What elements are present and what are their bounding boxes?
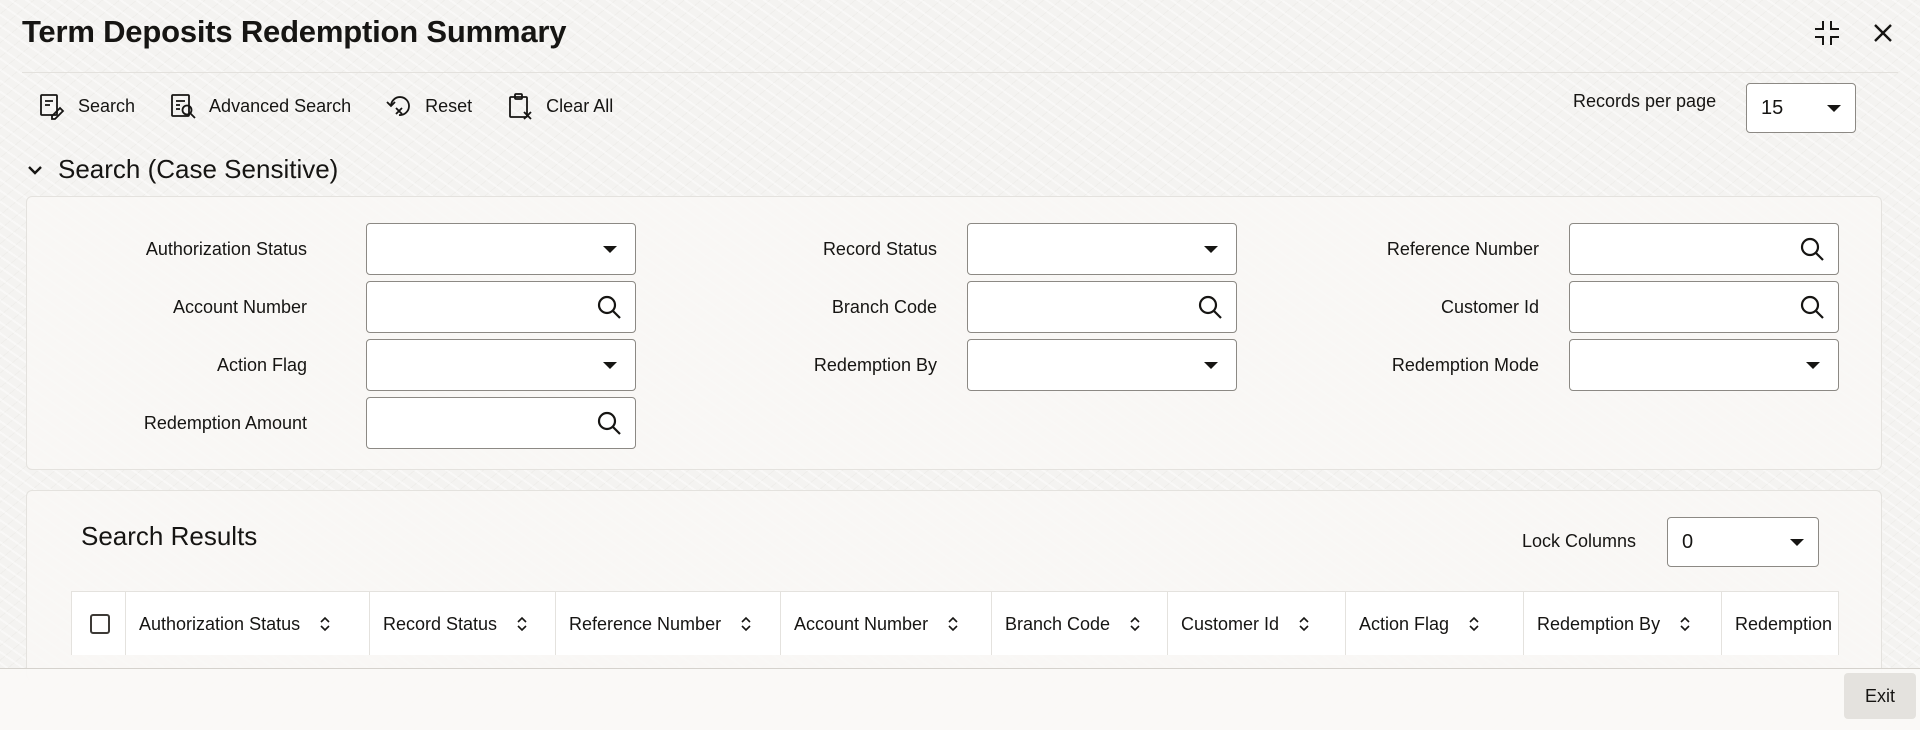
chevron-down-icon [603, 361, 617, 369]
reference-number-input[interactable] [1569, 223, 1839, 275]
sort-icon[interactable] [739, 615, 753, 633]
page-title: Term Deposits Redemption Summary [22, 14, 567, 49]
column-header-branch-code[interactable]: Branch Code [992, 592, 1168, 655]
lock-columns-label: Lock Columns [1522, 531, 1637, 551]
lock-columns-value: 0 [1682, 530, 1694, 553]
column-header-label: Record Status [383, 613, 498, 634]
select-all-checkbox[interactable] [90, 614, 110, 634]
reset-button[interactable]: Reset [385, 92, 472, 120]
search-button[interactable]: Search [38, 92, 135, 120]
column-header-record-status[interactable]: Record Status [370, 592, 556, 655]
toolbar: Search Advanced Search Reset Clear All [38, 92, 613, 120]
search-section-toggle[interactable]: Search (Case Sensitive) [26, 154, 338, 185]
reset-button-label: Reset [425, 95, 473, 116]
advanced-search-button[interactable]: Advanced Search [169, 92, 351, 120]
results-grid-header: Authorization Status Record Status Refer… [71, 591, 1839, 655]
chevron-down-icon [603, 245, 617, 253]
column-header-label: Account Number [794, 613, 929, 634]
sort-icon[interactable] [1128, 615, 1142, 633]
customer-id-label: Customer Id [1440, 297, 1539, 317]
clear-all-button-label: Clear All [546, 95, 614, 116]
search-icon[interactable] [595, 409, 623, 437]
clear-all-button[interactable]: Clear All [506, 92, 613, 120]
search-icon[interactable] [1798, 293, 1826, 321]
title-divider [22, 72, 1898, 73]
search-results-title: Search Results [81, 521, 258, 551]
redemption-mode-label: Redemption Mode [1391, 355, 1539, 375]
column-header-label: Authorization Status [139, 613, 301, 634]
search-section-title: Search (Case Sensitive) [58, 154, 339, 184]
column-header-action-flag[interactable]: Action Flag [1346, 592, 1524, 655]
sort-icon[interactable] [1297, 615, 1311, 633]
advanced-search-icon [171, 94, 196, 119]
search-button-label: Search [78, 95, 136, 116]
sort-icon[interactable] [1467, 615, 1481, 633]
redemption-mode-select[interactable] [1569, 339, 1839, 391]
redemption-by-select[interactable] [967, 339, 1237, 391]
records-per-page-label: Records per page [1573, 91, 1717, 111]
search-icon[interactable] [1196, 293, 1224, 321]
chevron-down-icon [1806, 361, 1820, 369]
authorization-status-select[interactable] [366, 223, 636, 275]
branch-code-input[interactable] [967, 281, 1237, 333]
select-all-cell [72, 592, 126, 655]
sort-icon[interactable] [946, 615, 960, 633]
chevron-down-icon [1204, 245, 1218, 253]
redemption-amount-input[interactable] [366, 397, 636, 449]
column-header-label: Branch Code [1005, 613, 1111, 634]
column-header-label: Redemption [1735, 613, 1833, 634]
reset-icon [386, 96, 411, 116]
account-number-label: Account Number [172, 297, 307, 317]
sort-icon[interactable] [318, 615, 332, 633]
column-header-label: Redemption By [1537, 613, 1661, 634]
advanced-search-button-label: Advanced Search [209, 95, 352, 116]
column-header-label: Action Flag [1359, 613, 1450, 634]
column-header-account-number[interactable]: Account Number [781, 592, 992, 655]
column-header-redemption-by[interactable]: Redemption By [1524, 592, 1722, 655]
maximize-icon[interactable] [1812, 18, 1842, 48]
action-flag-select[interactable] [366, 339, 636, 391]
redemption-by-label: Redemption By [813, 355, 937, 375]
sort-icon[interactable] [515, 615, 529, 633]
chevron-down-icon [1790, 538, 1804, 546]
record-status-select[interactable] [967, 223, 1237, 275]
record-status-label: Record Status [822, 239, 937, 259]
column-header-redemption[interactable]: Redemption [1722, 592, 1838, 655]
branch-code-label: Branch Code [831, 297, 937, 317]
chevron-down-icon [1827, 104, 1841, 112]
column-header-customer-id[interactable]: Customer Id [1168, 592, 1346, 655]
clipboard-clear-icon [509, 93, 532, 120]
sort-icon[interactable] [1678, 615, 1692, 633]
chevron-down-icon [28, 165, 42, 175]
search-icon[interactable] [595, 293, 623, 321]
search-criteria-panel: Authorization Status Record Status Refer… [26, 196, 1882, 470]
account-number-input[interactable] [366, 281, 636, 333]
records-per-page-value: 15 [1761, 96, 1784, 119]
action-flag-label: Action Flag [216, 355, 307, 375]
authorization-status-label: Authorization Status [145, 239, 307, 259]
window-controls [1812, 18, 1898, 48]
redemption-amount-label: Redemption Amount [143, 413, 307, 433]
exit-button[interactable]: Exit [1844, 673, 1916, 719]
search-icon[interactable] [1798, 235, 1826, 263]
column-header-reference-number[interactable]: Reference Number [556, 592, 781, 655]
search-document-icon [40, 94, 65, 120]
column-header-authorization-status[interactable]: Authorization Status [126, 592, 370, 655]
close-icon[interactable] [1868, 18, 1898, 48]
column-header-label: Customer Id [1181, 613, 1280, 634]
footer-bar: Exit [0, 668, 1920, 730]
reference-number-label: Reference Number [1386, 239, 1539, 259]
records-per-page-select[interactable]: 15 [1746, 83, 1856, 133]
customer-id-input[interactable] [1569, 281, 1839, 333]
column-header-label: Reference Number [569, 613, 722, 634]
chevron-down-icon [1204, 361, 1218, 369]
search-results-panel: Search Results Lock Columns 0 Authorizat… [26, 490, 1882, 680]
lock-columns-select[interactable]: 0 [1667, 517, 1819, 567]
